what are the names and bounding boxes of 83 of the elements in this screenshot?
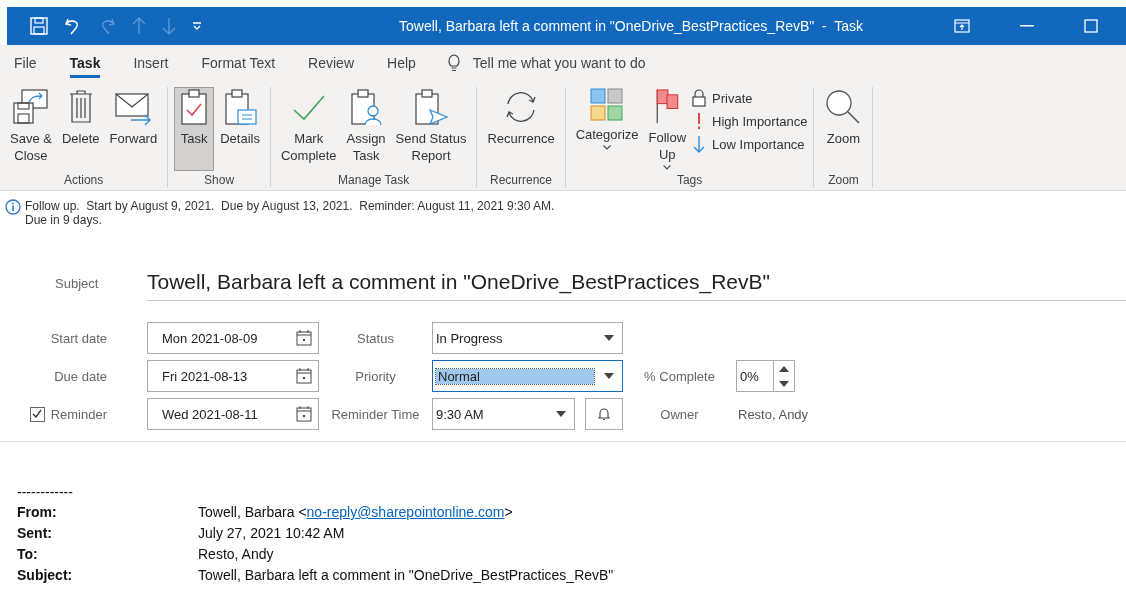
field-label: % Complete (643, 368, 716, 384)
field-label: Subject (54, 275, 100, 291)
task-button[interactable]: Task (174, 87, 215, 171)
importance-button[interactable]: Low Importance (692, 135, 808, 153)
time-dropdown[interactable]: 9:30 AM (432, 398, 575, 430)
email-link[interactable]: no-reply@sharepointonline.com (306, 504, 505, 520)
assign-button[interactable]: Assign Task (342, 87, 390, 171)
ribbon-tab[interactable]: Help (387, 48, 416, 78)
status-dropdown[interactable]: In Progress (432, 322, 623, 354)
info-icon (5, 199, 21, 215)
calendar-icon (296, 330, 312, 346)
header-label: Sent: (17, 524, 53, 543)
info-text: Due in 9 days. (25, 213, 103, 227)
caret-icon (604, 373, 614, 379)
info-text: Follow up. Start by August 9, 2021. Due by August 13, 2021. Reminder: August 11, 2021 9:30 AM. (25, 199, 555, 213)
lock-icon (692, 89, 707, 107)
forward-button[interactable]: Forward (105, 87, 162, 171)
group-label: Zoom (828, 173, 859, 187)
group-label: Actions (63, 173, 104, 187)
field-label: Owner (659, 406, 700, 422)
header-label: From: (17, 503, 58, 522)
lightbulb-icon (446, 54, 461, 72)
header-label: Subject: (17, 566, 74, 585)
date-field[interactable]: Mon 2021-08-09 (147, 322, 319, 354)
flag-button[interactable]: Follow Up (644, 87, 691, 171)
field-label: Due date (53, 368, 108, 384)
field-label: Start date (49, 330, 108, 346)
ribbon-tab[interactable]: File (14, 48, 37, 78)
ribbon-tab[interactable]: Format Text (201, 48, 276, 78)
window-title: Towell, Barbara left a comment in "OneDrive_BestPractices_RevB" - Task (399, 18, 865, 34)
caret-icon (604, 335, 614, 341)
group-label: Tags (676, 173, 703, 187)
subject-field[interactable]: Towell, Barbara left a comment in "OneDrive_BestPractices_RevB" (147, 265, 1126, 301)
group-label: Manage Task (338, 173, 410, 187)
categorize-button[interactable]: Categorize (571, 87, 643, 171)
bell-icon (598, 407, 610, 421)
caret-icon (556, 411, 566, 417)
recurrence-button[interactable]: Recurrence (483, 87, 559, 171)
save-icon[interactable] (29, 16, 49, 36)
spin-buttons[interactable] (774, 360, 795, 392)
date-field[interactable]: Wed 2021-08-11 (147, 398, 319, 430)
exclamation-icon (698, 113, 701, 129)
ribbon-display-icon[interactable] (954, 19, 970, 33)
clipboard-send-icon (413, 88, 449, 126)
private-button[interactable]: Private (692, 89, 808, 107)
group-label: Show (204, 173, 235, 187)
priority-dropdown[interactable]: Normal (432, 360, 623, 392)
details-button[interactable]: Details (216, 87, 264, 171)
sound-button[interactable] (585, 398, 623, 430)
importance-button[interactable]: High Importance (692, 113, 808, 129)
maximize-icon[interactable] (1084, 19, 1098, 33)
header-value: Towell, Barbara <no-reply@sharepointonline.com> (198, 503, 513, 522)
down-arrow-icon (692, 135, 707, 153)
ribbon-tab[interactable]: Task (69, 48, 101, 78)
color-grid-icon (590, 88, 625, 122)
header-value: July 27, 2021 10:42 AM (198, 524, 345, 543)
calendar-icon (296, 368, 312, 384)
owner-value: Resto, Andy (737, 406, 810, 422)
date-field[interactable]: Fri 2021-08-13 (147, 360, 319, 392)
check-button[interactable]: Mark Complete (276, 87, 341, 171)
field-label: Status (356, 330, 395, 346)
ribbon-tab[interactable]: Insert (133, 48, 169, 78)
clipboard-person-icon (349, 88, 384, 126)
delete-button[interactable]: Delete (57, 87, 104, 171)
header-label: To: (17, 545, 39, 564)
header-value: Towell, Barbara left a comment in "OneDrive_BestPractices_RevB" (198, 566, 614, 585)
save-button[interactable]: Save & Close (6, 87, 56, 171)
header-value: Resto, Andy (198, 545, 274, 564)
field-label: Priority (354, 368, 397, 384)
separator-text: ------------ (17, 483, 74, 502)
checkbox-label: Reminder (50, 406, 107, 422)
send-button[interactable]: Send Status Report (391, 87, 471, 171)
save-close-icon (11, 88, 50, 126)
ribbon-tab[interactable]: Review (308, 48, 354, 78)
tell-me-field[interactable]: Tell me what you want to do (472, 55, 646, 71)
zoom-button[interactable]: Zoom (820, 87, 867, 171)
group-label: Recurrence (490, 173, 553, 187)
clipboard-list-icon (223, 88, 258, 126)
field-label: Reminder Time (330, 406, 421, 422)
customize-icon[interactable] (191, 20, 203, 32)
calendar-icon (296, 406, 312, 422)
reminder-checkbox[interactable] (29, 406, 45, 422)
percent-field[interactable]: 0% (736, 360, 774, 392)
